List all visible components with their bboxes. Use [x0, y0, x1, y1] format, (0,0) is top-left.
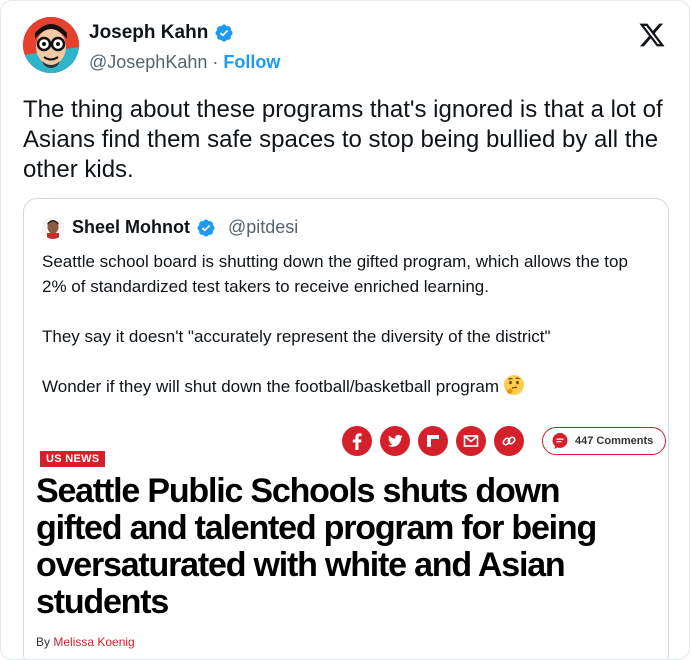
author-name-row[interactable]: Joseph Kahn [89, 22, 234, 44]
link-icon [502, 436, 516, 446]
facebook-share-button[interactable] [342, 426, 372, 456]
author-handle-row: @JosephKahn · Follow [89, 52, 280, 73]
quoted-author-row[interactable]: Sheel Mohnot @pitdesi [72, 217, 298, 238]
section-tag[interactable]: US NEWS [40, 451, 106, 467]
quoted-author-avatar[interactable] [42, 217, 64, 239]
byline-author-link[interactable]: Melissa Koenig [53, 635, 134, 649]
tweet-text: The thing about these programs that's ig… [23, 96, 663, 183]
follow-button[interactable]: Follow [223, 52, 280, 72]
quoted-author-handle: @pitdesi [228, 217, 299, 237]
article-share-row: 447 Comments [342, 426, 667, 456]
byline-prefix: By [36, 635, 51, 649]
thinking-face-icon [504, 375, 525, 395]
twitter-icon [388, 434, 403, 447]
link-share-button[interactable] [494, 426, 524, 456]
tweet-card: Joseph Kahn @JosephKahn · Follow The thi… [0, 0, 690, 660]
quoted-paragraph: They say it doesn't "accurately represen… [42, 327, 551, 346]
author-name[interactable]: Joseph Kahn [89, 22, 208, 44]
facebook-icon [352, 433, 362, 450]
article-byline: By Melissa Koenig [36, 635, 135, 649]
article-headline[interactable]: Seattle Public Schools shuts down gifted… [36, 473, 646, 621]
x-logo-icon[interactable] [637, 21, 667, 49]
verified-badge-icon [215, 24, 233, 42]
comment-bubble-icon [552, 433, 568, 449]
quoted-author-name[interactable]: Sheel Mohnot [72, 217, 190, 238]
email-icon [463, 435, 479, 447]
quoted-paragraph: Seattle school board is shutting down th… [42, 252, 628, 296]
flipboard-icon [427, 435, 439, 447]
avatar-illustration [23, 17, 79, 73]
flipboard-share-button[interactable] [418, 426, 448, 456]
quoted-verified-badge-icon [197, 218, 215, 237]
twitter-share-button[interactable] [380, 426, 410, 456]
quoted-tweet[interactable]: Sheel Mohnot @pitdesi Seattle school boa… [23, 198, 669, 659]
author-avatar[interactable] [23, 17, 79, 73]
comments-count: 447 Comments [575, 435, 654, 447]
comments-button[interactable]: 447 Comments [542, 427, 667, 455]
handle-separator: · [212, 52, 219, 72]
quoted-avatar-illustration [42, 217, 64, 239]
email-share-button[interactable] [456, 426, 486, 456]
quoted-text: Seattle school board is shutting down th… [42, 249, 652, 424]
quoted-paragraph-text: Wonder if they will shut down the footba… [42, 377, 500, 396]
author-handle[interactable]: @JosephKahn [89, 52, 207, 72]
quoted-paragraph-last: Wonder if they will shut down the footba… [42, 374, 652, 399]
